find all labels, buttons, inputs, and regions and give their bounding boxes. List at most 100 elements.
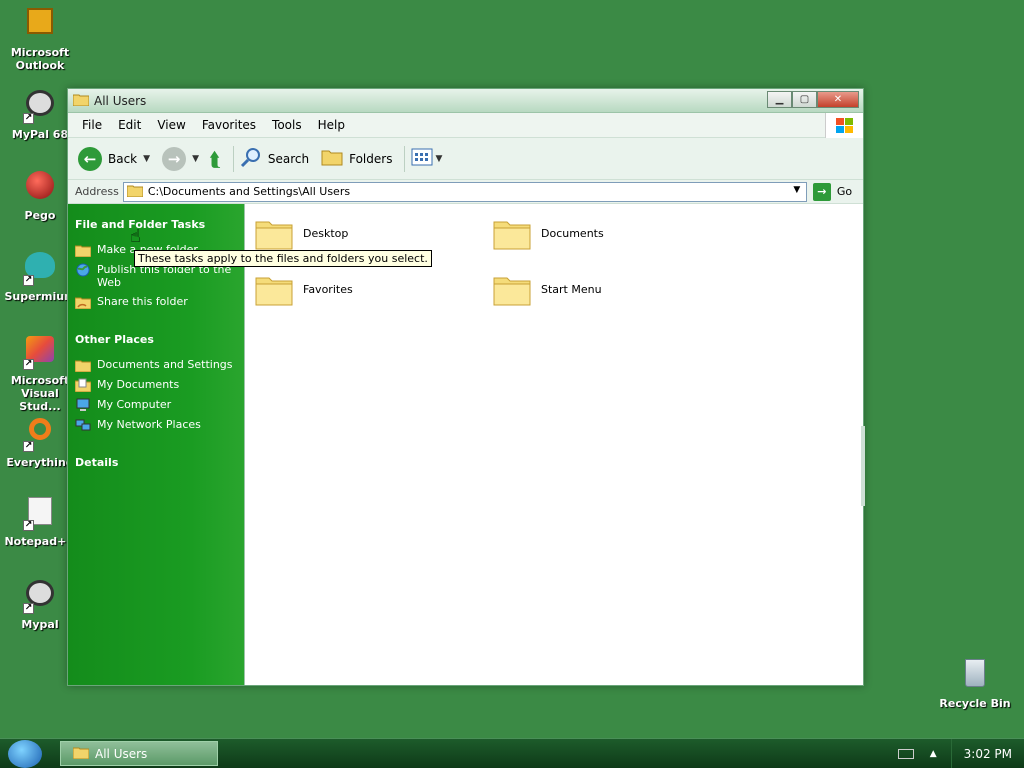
folder-icon — [493, 216, 531, 250]
keyboard-icon[interactable] — [897, 749, 914, 759]
window-content: File and Folder Tasks Make a new folder … — [68, 204, 865, 685]
window-title: All Users — [94, 93, 147, 108]
pego-icon — [23, 171, 57, 205]
everything-icon: ↗ — [23, 418, 57, 452]
minimize-button[interactable]: ▁ — [767, 91, 792, 108]
file-item[interactable]: Desktop — [255, 216, 348, 250]
my-documents-icon — [74, 378, 92, 393]
place-my-computer[interactable]: My Computer — [75, 398, 244, 412]
folder-icon — [72, 93, 90, 109]
taskbar: All Users ▲ 3:02 PM — [0, 738, 1024, 768]
address-dropdown-icon[interactable]: ▼ — [790, 185, 804, 199]
file-item[interactable]: Start Menu — [493, 272, 602, 306]
desktop-icon-outlook[interactable]: Microsoft Outlook — [2, 4, 78, 72]
address-input[interactable]: C:\Documents and Settings\All Users ▼ — [122, 181, 807, 202]
tooltip: These tasks apply to the files and folde… — [134, 250, 432, 267]
desktop-icon-label: Recycle Bin — [939, 697, 1011, 710]
back-button[interactable]: ← Back ▼ — [78, 146, 150, 171]
notepad-icon: ↗ — [23, 497, 57, 531]
up-folder-button[interactable]: ⮬ — [205, 147, 221, 171]
menu-tools[interactable]: Tools — [264, 118, 310, 132]
desktop-icon-label: Mypal — [21, 618, 59, 631]
folder-icon — [493, 272, 531, 306]
scrollbar[interactable] — [861, 426, 865, 506]
raccoon-icon: ↗ — [23, 90, 57, 124]
folder-icon — [72, 746, 90, 762]
start-button[interactable] — [8, 740, 42, 768]
desktop-icon-label: Notepad++ — [4, 535, 76, 548]
visual-studio-icon: ↗ — [23, 336, 57, 370]
chevron-down-icon[interactable]: ▼ — [192, 154, 199, 164]
search-icon — [240, 146, 262, 171]
menu-view[interactable]: View — [149, 118, 193, 132]
new-folder-icon — [74, 243, 92, 258]
forward-arrow-icon: → — [162, 146, 187, 171]
group-title[interactable]: Details — [75, 456, 244, 469]
place-my-network-places[interactable]: My Network Places — [75, 418, 244, 432]
computer-icon — [75, 398, 91, 412]
folder-icon — [74, 358, 92, 373]
folder-icon — [126, 184, 144, 200]
desktop-icon-label: Everything — [6, 456, 74, 469]
title-bar[interactable]: All Users ▁ ▢ ✕ — [68, 89, 863, 113]
globe-icon — [75, 263, 91, 277]
toolbar-divider — [404, 145, 406, 172]
folders-icon — [321, 148, 343, 169]
system-tray: ▲ 3:02 PM — [897, 739, 1024, 768]
views-button[interactable]: ▼ — [411, 148, 442, 169]
forward-button[interactable]: → ▼ — [156, 146, 199, 171]
details-group: Details — [75, 456, 244, 469]
hand-cursor-icon: ☝ — [130, 226, 141, 247]
desktop-icon-label: Microsoft Visual Stud... — [10, 374, 70, 413]
toolbar: ← Back ▼ → ▼ ⮬ Search Folders ▼ — [68, 138, 863, 180]
desktop-icon-label: Supermium — [4, 290, 76, 303]
chevron-down-icon: ▼ — [435, 153, 443, 164]
toolbar-divider — [232, 145, 234, 172]
address-label: Address — [75, 185, 119, 198]
network-icon — [75, 418, 91, 432]
address-bar: Address C:\Documents and Settings\All Us… — [68, 180, 863, 204]
up-folder-icon: ⮬ — [208, 146, 221, 171]
clock[interactable]: 3:02 PM — [950, 739, 1024, 768]
search-button[interactable]: Search — [240, 146, 309, 171]
desktop-icon-label: MyPal 68 — [11, 128, 69, 141]
raccoon-icon: ↗ — [23, 580, 57, 614]
task-pane: File and Folder Tasks Make a new folder … — [68, 204, 244, 685]
menu-bar: File Edit View Favorites Tools Help — [68, 113, 863, 138]
task-share-folder[interactable]: Share this folder — [74, 295, 244, 310]
file-item[interactable]: Documents — [493, 216, 604, 250]
close-button[interactable]: ✕ — [817, 91, 859, 108]
share-folder-icon — [74, 295, 92, 310]
folders-button[interactable]: Folders — [321, 148, 392, 169]
file-item[interactable]: Favorites — [255, 272, 353, 306]
show-hidden-icons-icon[interactable]: ▲ — [930, 749, 937, 759]
group-title[interactable]: File and Folder Tasks — [75, 218, 244, 231]
maximize-button[interactable]: ▢ — [792, 91, 817, 108]
supermium-icon: ↗ — [23, 252, 57, 286]
chevron-down-icon[interactable]: ▼ — [143, 154, 150, 164]
folder-icon — [255, 272, 293, 306]
other-places-group: Other Places Documents and Settings My D… — [74, 333, 244, 432]
taskbar-item-all-users[interactable]: All Users — [60, 741, 218, 766]
back-arrow-icon: ← — [78, 146, 102, 171]
menu-edit[interactable]: Edit — [110, 118, 149, 132]
group-title[interactable]: Other Places — [75, 333, 244, 346]
menu-favorites[interactable]: Favorites — [194, 118, 264, 132]
explorer-window: All Users ▁ ▢ ✕ File Edit View Favorites… — [67, 88, 865, 686]
place-my-documents[interactable]: My Documents — [74, 378, 244, 393]
outlook-icon — [23, 8, 57, 42]
file-view[interactable]: Desktop Documents Favorites Start Menu — [244, 204, 865, 685]
desktop-icon-recycle-bin[interactable]: Recycle Bin — [937, 656, 1013, 710]
go-button[interactable]: → Go — [812, 182, 852, 201]
recycle-bin-icon — [958, 659, 992, 693]
place-documents-and-settings[interactable]: Documents and Settings — [74, 358, 244, 373]
window-controls: ▁ ▢ ✕ — [767, 91, 859, 108]
desktop-icon-label: Microsoft Outlook — [10, 46, 70, 72]
address-value: C:\Documents and Settings\All Users — [147, 185, 351, 198]
menu-help[interactable]: Help — [310, 118, 353, 132]
menu-file[interactable]: File — [74, 118, 110, 132]
windows-logo-icon — [825, 113, 863, 138]
desktop-icon-label: Pego — [24, 209, 56, 222]
go-arrow-icon: → — [812, 182, 831, 201]
folder-icon — [255, 216, 293, 250]
